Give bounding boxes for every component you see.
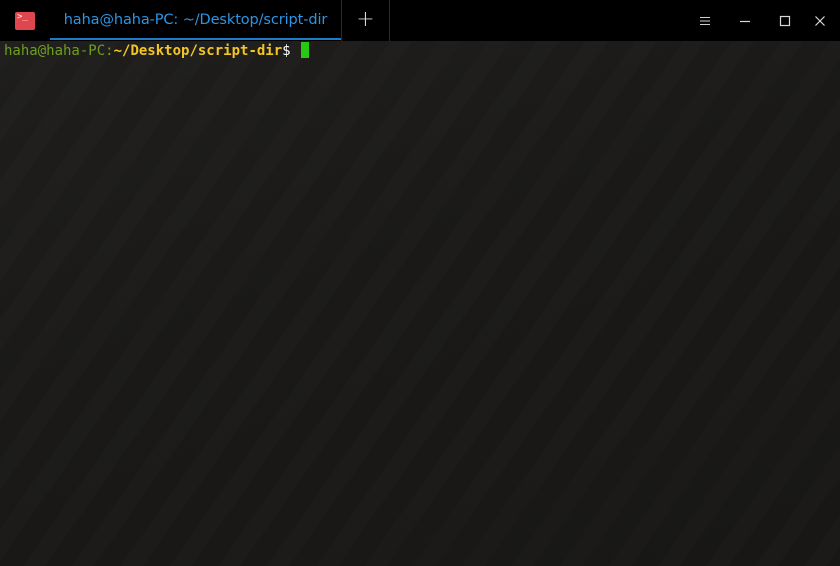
new-tab-button[interactable]: + [342, 0, 389, 41]
close-button[interactable] [800, 0, 840, 41]
active-tab-indicator [50, 38, 341, 40]
tab-terminal[interactable]: haha@haha-PC: ~/Desktop/script-dir [50, 0, 341, 41]
minimize-button[interactable] [725, 0, 765, 41]
menu-button[interactable] [685, 0, 725, 41]
plus-icon: + [356, 7, 375, 32]
maximize-button[interactable] [765, 0, 805, 41]
tab-label: haha@haha-PC: ~/Desktop/script-dir [63, 12, 328, 28]
close-icon [815, 16, 825, 26]
minimize-icon [740, 20, 750, 23]
terminal-window: >_ haha@haha-PC: ~/Desktop/script-dir + [0, 0, 840, 566]
command-prompt: haha@haha-PC:~/Desktop/script-dir$ [4, 42, 310, 60]
prompt-separator: : [105, 43, 114, 59]
tab-divider [389, 0, 390, 41]
prompt-path: ~/Desktop/script-dir [113, 43, 283, 59]
terminal-icon-glyph: >_ [17, 12, 28, 22]
titlebar: >_ haha@haha-PC: ~/Desktop/script-dir + [0, 0, 840, 41]
prompt-symbol: $ [282, 43, 291, 59]
terminal-icon: >_ [15, 12, 35, 30]
hamburger-menu-icon [700, 17, 710, 25]
maximize-icon [779, 15, 791, 27]
prompt-user: haha@haha-PC [4, 43, 106, 59]
terminal-output[interactable]: haha@haha-PC:~/Desktop/script-dir$ [0, 41, 840, 566]
text-cursor [301, 42, 310, 58]
